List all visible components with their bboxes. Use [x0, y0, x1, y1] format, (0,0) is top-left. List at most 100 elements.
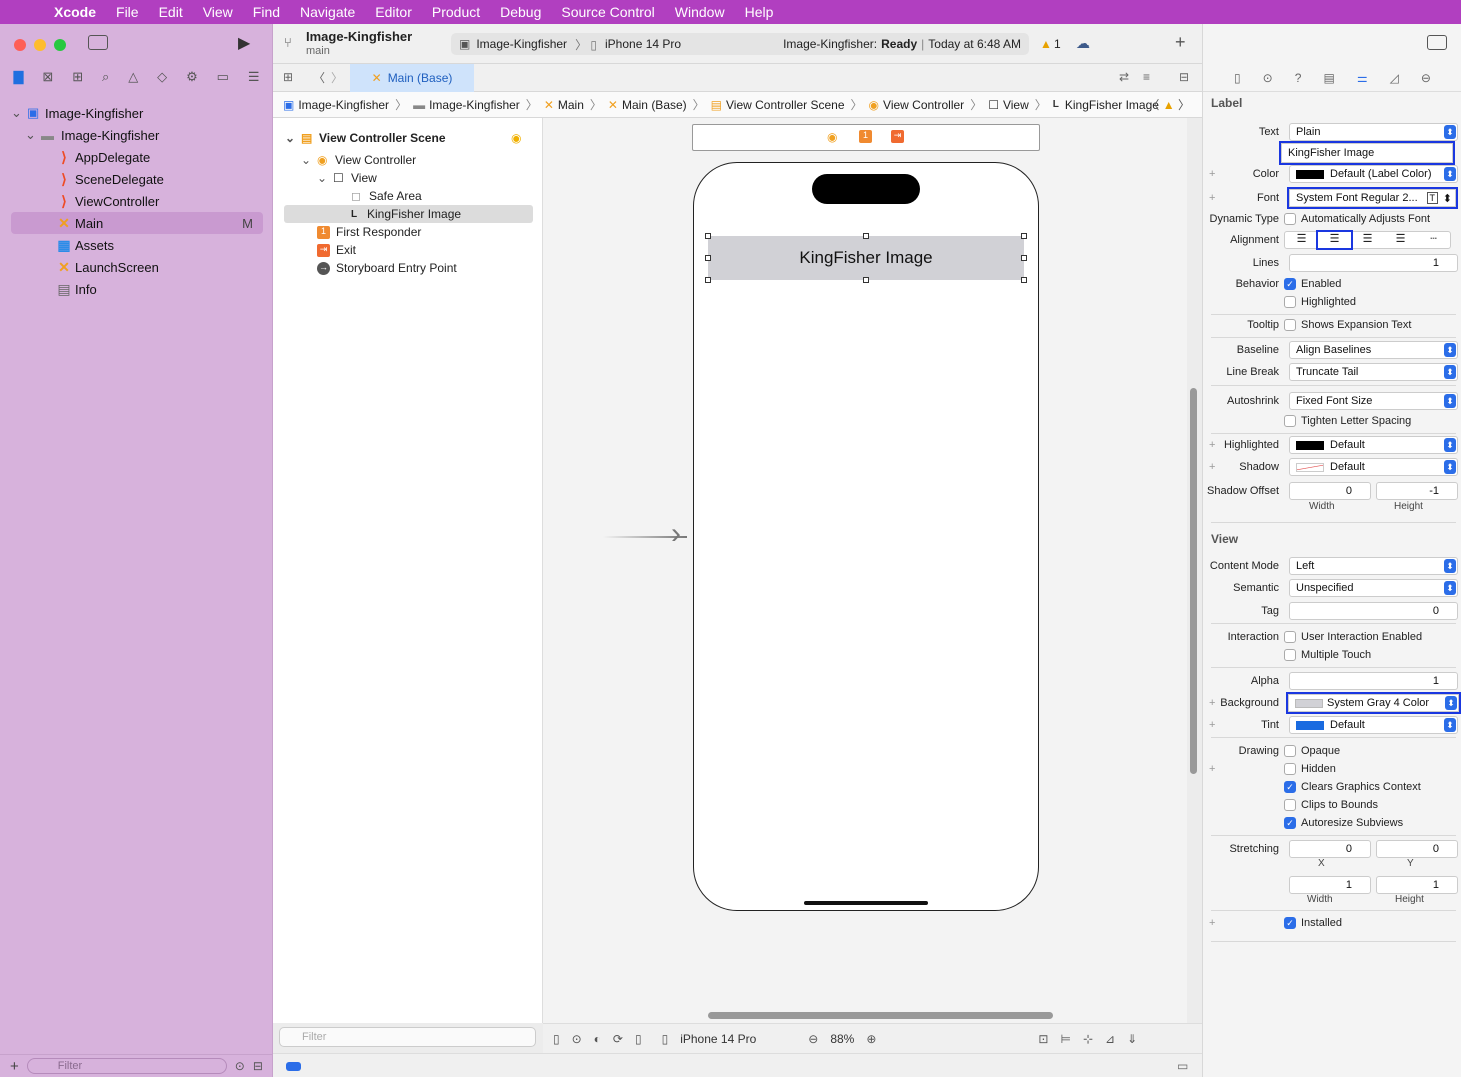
editor-options-icon[interactable]: ≡: [1143, 70, 1150, 84]
font-field[interactable]: System Font Regular 2... T ⬍: [1287, 187, 1458, 209]
outline-view-controller[interactable]: ⌄ ◉ View Controller: [301, 151, 416, 169]
warning-icon[interactable]: △: [128, 69, 138, 85]
outline-safe-area[interactable]: ◻ Safe Area: [351, 187, 422, 205]
split-editor-icon[interactable]: ⊟: [1179, 70, 1189, 84]
search-icon[interactable]: ⌕: [102, 69, 109, 85]
stretch-width-stepper[interactable]: 1: [1289, 876, 1371, 894]
breakpoint-icon[interactable]: ▭: [217, 69, 229, 85]
menu-source-control[interactable]: Source Control: [551, 4, 664, 20]
lines-stepper[interactable]: 1: [1289, 254, 1458, 272]
zoom-out-icon[interactable]: ⊖: [808, 1032, 818, 1046]
menu-help[interactable]: Help: [735, 4, 784, 20]
shadow-height-stepper[interactable]: -1: [1376, 482, 1458, 500]
menu-navigate[interactable]: Navigate: [290, 4, 365, 20]
tint-color-select[interactable]: Default: [1289, 716, 1458, 734]
zoom-level[interactable]: 88%: [830, 1032, 854, 1046]
opaque-checkbox[interactable]: [1284, 745, 1296, 757]
tab-main-base[interactable]: ✕ Main (Base): [350, 64, 474, 92]
jump-item[interactable]: Image-Kingfisher: [298, 98, 389, 112]
shadow-width-stepper[interactable]: 0: [1289, 482, 1371, 500]
clears-context-checkbox[interactable]: ✓: [1284, 781, 1296, 793]
attributes-inspector-icon[interactable]: ⚌: [1357, 71, 1368, 85]
highlighted-checkbox[interactable]: [1284, 296, 1296, 308]
resize-handle[interactable]: [863, 233, 869, 239]
resize-handle[interactable]: [863, 277, 869, 283]
enabled-checkbox[interactable]: ✓: [1284, 278, 1296, 290]
connections-inspector-icon[interactable]: ⊖: [1421, 71, 1431, 85]
installed-checkbox[interactable]: ✓: [1284, 917, 1296, 929]
jump-item[interactable]: View Controller: [883, 98, 964, 112]
tree-file-viewcontroller[interactable]: ⟩ ViewController: [11, 190, 263, 212]
kingfisher-label[interactable]: KingFisher Image: [708, 236, 1024, 280]
text-type-select[interactable]: Plain: [1289, 123, 1458, 141]
outline-filter-input[interactable]: Filter: [279, 1027, 536, 1047]
add-icon[interactable]: +: [10, 1058, 19, 1075]
console-toggle-icon[interactable]: ▭: [1177, 1059, 1188, 1073]
size-inspector-icon[interactable]: ◿: [1390, 71, 1399, 85]
content-mode-select[interactable]: Left: [1289, 557, 1458, 575]
menu-find[interactable]: Find: [243, 4, 290, 20]
device-config[interactable]: iPhone 14 Pro: [680, 1032, 756, 1046]
font-picker-icon[interactable]: T: [1426, 192, 1438, 204]
outline-scene[interactable]: ⌄ ▤ View Controller Scene: [285, 129, 446, 147]
menu-file[interactable]: File: [106, 4, 149, 20]
baseline-select[interactable]: Align Baselines: [1289, 341, 1458, 359]
run-icon[interactable]: ▶: [238, 33, 250, 53]
color-select[interactable]: Default (Label Color): [1289, 165, 1458, 183]
highlighted-color-select[interactable]: Default: [1289, 436, 1458, 454]
stretch-height-stepper[interactable]: 1: [1376, 876, 1458, 894]
tree-file-main[interactable]: ✕ Main M: [11, 212, 263, 234]
forward-icon[interactable]: 〉: [331, 69, 343, 86]
tree-project[interactable]: ⌄ ▣ Image-Kingfisher: [11, 102, 263, 124]
filter-options-icon[interactable]: ⊟: [253, 1059, 263, 1073]
font-stepper[interactable]: ⬍: [1443, 192, 1452, 205]
update-frames-icon[interactable]: ⊡: [1038, 1032, 1048, 1046]
menu-edit[interactable]: Edit: [149, 4, 193, 20]
tree-file-appdelegate[interactable]: ⟩ AppDelegate: [11, 146, 263, 168]
menu-product[interactable]: Product: [422, 4, 490, 20]
accessibility-icon[interactable]: ⊙: [572, 1032, 582, 1046]
zoom-in-icon[interactable]: ⊕: [866, 1032, 876, 1046]
scheme-selector[interactable]: Image-Kingfisher: [476, 37, 567, 51]
dynamic-type-checkbox[interactable]: [1284, 213, 1296, 225]
appearance-icon[interactable]: ◐: [594, 1032, 601, 1046]
tree-file-launchscreen[interactable]: ✕ LaunchScreen: [11, 256, 263, 278]
background-color-select[interactable]: System Gray 4 Color: [1286, 692, 1461, 714]
resize-handle[interactable]: [1021, 255, 1027, 261]
menu-view[interactable]: View: [193, 4, 243, 20]
history-inspector-icon[interactable]: ⊙: [1263, 71, 1273, 85]
horizontal-scrollbar[interactable]: [708, 1012, 1053, 1019]
shadow-color-select[interactable]: Default: [1289, 458, 1458, 476]
stretch-y-stepper[interactable]: 0: [1376, 840, 1458, 858]
autoshrink-select[interactable]: Fixed Font Size: [1289, 392, 1458, 410]
exit-icon[interactable]: ⇥: [891, 130, 904, 143]
resize-handle[interactable]: [705, 277, 711, 283]
file-inspector-icon[interactable]: ▯: [1234, 71, 1241, 85]
debug-icon[interactable]: ⚙: [186, 69, 198, 85]
recent-files-icon[interactable]: ⊙: [235, 1059, 245, 1073]
tree-file-info[interactable]: ▤ Info: [11, 278, 263, 300]
outline-entry-point[interactable]: → Storyboard Entry Point: [317, 259, 457, 277]
view-controller-icon[interactable]: ◉: [827, 130, 837, 144]
embed-icon[interactable]: ⇓: [1127, 1032, 1137, 1046]
align-natural-icon[interactable]: ┄: [1417, 232, 1450, 248]
orientation-icon[interactable]: ⟳: [613, 1032, 623, 1046]
align-icon[interactable]: ⊨: [1060, 1032, 1070, 1046]
outline-toggle-icon[interactable]: ▯: [553, 1032, 560, 1046]
tooltip-checkbox[interactable]: [1284, 319, 1296, 331]
clips-bounds-checkbox[interactable]: [1284, 799, 1296, 811]
jump-item[interactable]: View Controller Scene: [726, 98, 845, 112]
close-window-button[interactable]: [14, 39, 26, 51]
resize-handle[interactable]: [705, 255, 711, 261]
user-interaction-checkbox[interactable]: [1284, 631, 1296, 643]
multiple-touch-checkbox[interactable]: [1284, 649, 1296, 661]
outline-kingfisher-label[interactable]: L KingFisher Image: [284, 205, 533, 223]
align-left-icon[interactable]: ☰: [1285, 232, 1318, 248]
add-library-icon[interactable]: +: [1175, 32, 1186, 53]
stretch-x-stepper[interactable]: 0: [1289, 840, 1371, 858]
jump-item[interactable]: Main (Base): [622, 98, 687, 112]
debug-area-icon[interactable]: [286, 1062, 301, 1071]
minimize-window-button[interactable]: [34, 39, 46, 51]
jump-item[interactable]: View: [1003, 98, 1029, 112]
jump-item[interactable]: Main: [558, 98, 584, 112]
